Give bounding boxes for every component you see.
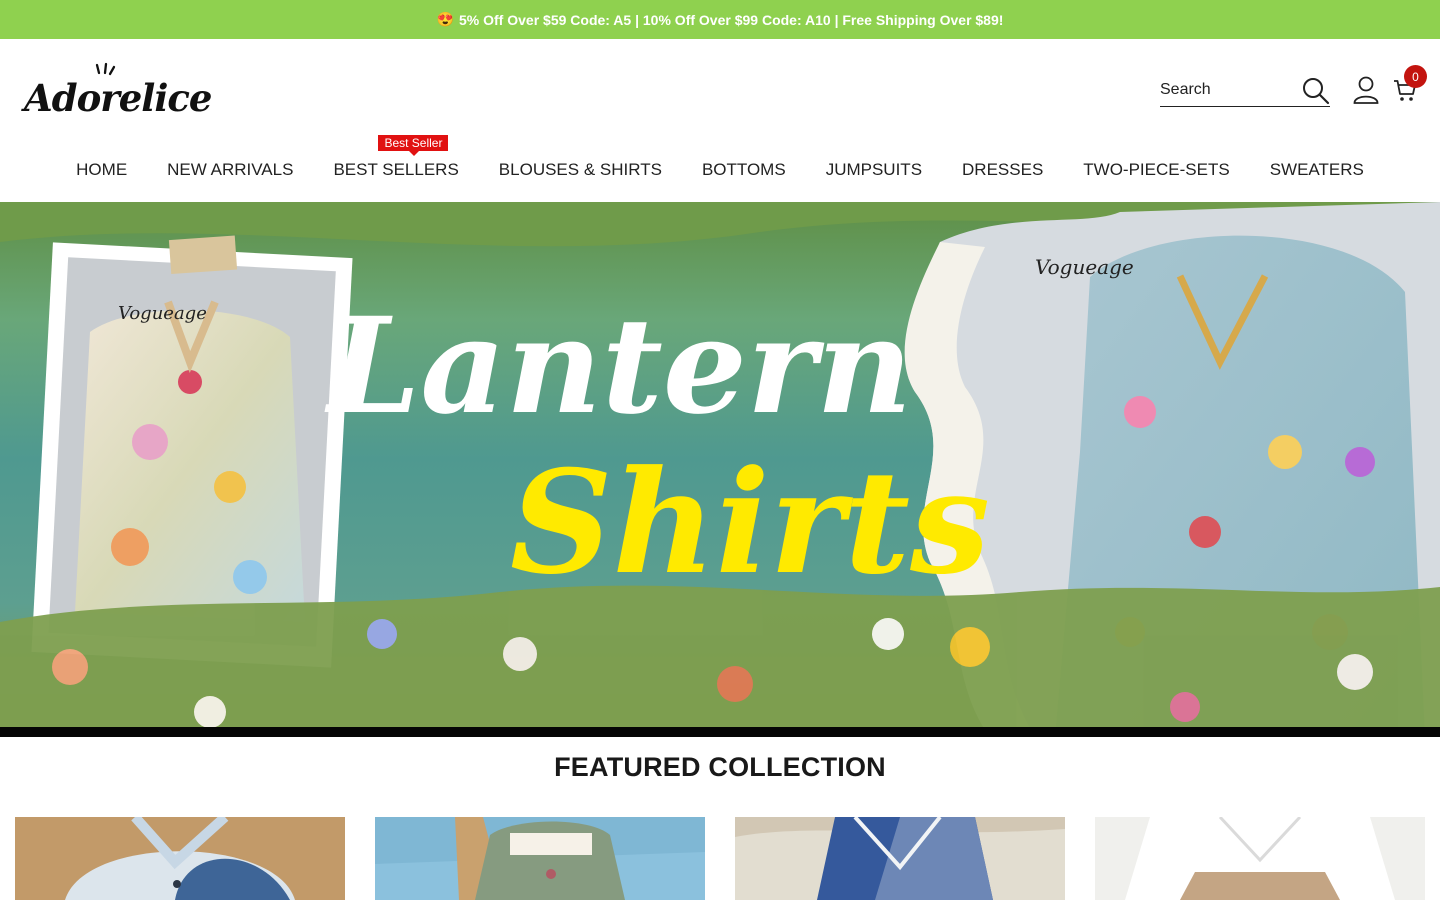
- featured-products-row: [15, 817, 1425, 900]
- hero-title-line2: Shirts: [510, 440, 990, 606]
- nav-item-best-sellers[interactable]: BEST SELLERS Best Seller: [333, 135, 459, 180]
- hero-illustration: Lantern Shirts Vogueage Vogueage: [0, 202, 1440, 737]
- product-card[interactable]: [735, 817, 1065, 900]
- hero-banner[interactable]: Lantern Shirts Vogueage Vogueage: [0, 202, 1440, 737]
- nav-item-bottoms[interactable]: BOTTOMS: [702, 158, 786, 180]
- flower-border: [0, 585, 1440, 737]
- announcement-bar: 😍 5% Off Over $59 Code: A5 | 10% Off Ove…: [0, 0, 1440, 39]
- search-icon[interactable]: [1302, 77, 1330, 105]
- vogueage-mark-right: Vogueage: [1035, 255, 1134, 279]
- nav-item-new-arrivals[interactable]: NEW ARRIVALS: [167, 158, 293, 180]
- product-card[interactable]: [15, 817, 345, 900]
- nav-item-blouses-shirts[interactable]: BLOUSES & SHIRTS: [499, 158, 662, 180]
- announcement-text: 5% Off Over $59 Code: A5 | 10% Off Over …: [459, 11, 1004, 28]
- product-image: [735, 817, 1065, 900]
- best-seller-badge: Best Seller: [378, 135, 449, 156]
- featured-collection-title: FEATURED COLLECTION: [554, 752, 886, 782]
- user-account-icon[interactable]: [1353, 76, 1379, 104]
- hero-bottom-bar: [0, 727, 1440, 737]
- cart-count-badge: 0: [1404, 65, 1427, 88]
- nav-item-jumpsuits[interactable]: JUMPSUITS: [826, 158, 922, 180]
- smiling-face-with-heart-eyes-emoji: 😍: [436, 11, 454, 27]
- hero-title-line1: Lantern: [324, 289, 913, 444]
- logo-text: Adorelice: [24, 76, 212, 120]
- brand-logo[interactable]: Adorelice: [24, 62, 212, 120]
- nav-item-sweaters[interactable]: SWEATERS: [1270, 158, 1364, 180]
- product-image: [15, 817, 345, 900]
- nav-item-dresses[interactable]: DRESSES: [962, 158, 1043, 180]
- nav-item-home[interactable]: HOME: [76, 158, 127, 180]
- search-input[interactable]: [1160, 75, 1296, 105]
- product-image: [1095, 817, 1425, 900]
- main-navigation: HOME NEW ARRIVALS BEST SELLERS Best Sell…: [0, 135, 1440, 202]
- nav-item-label: BEST SELLERS: [333, 160, 459, 179]
- vogueage-mark-left: Vogueage: [118, 303, 207, 324]
- product-card[interactable]: [1095, 817, 1425, 900]
- nav-item-two-piece-sets[interactable]: TWO-PIECE-SETS: [1083, 158, 1229, 180]
- search-bar[interactable]: [1160, 74, 1330, 107]
- product-image: [375, 817, 705, 900]
- product-card[interactable]: [375, 817, 705, 900]
